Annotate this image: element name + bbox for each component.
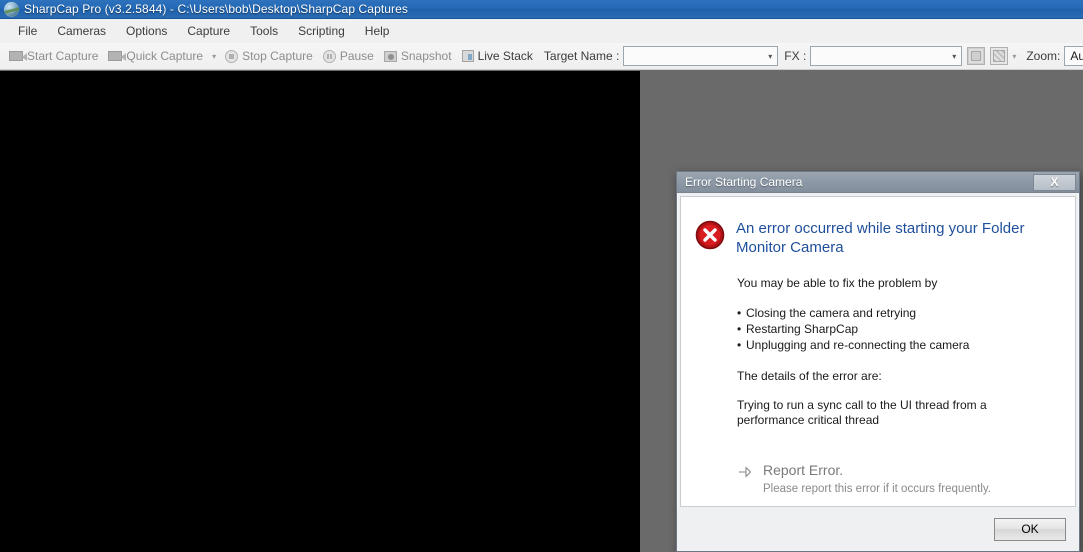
camera-preview-area[interactable] xyxy=(0,71,640,552)
pause-button[interactable]: Pause xyxy=(318,47,379,65)
snapshot-button[interactable]: Snapshot xyxy=(379,47,457,65)
crosshair-overlay-button[interactable] xyxy=(990,47,1009,65)
dialog-heading: An error occurred while starting your Fo… xyxy=(736,220,1025,256)
square-icon xyxy=(971,51,982,61)
chevron-down-icon[interactable]: ▾ xyxy=(764,52,775,61)
camera-icon xyxy=(9,51,27,61)
dialog-heading-row: An error occurred while starting your Fo… xyxy=(695,219,1057,257)
quick-capture-dropdown-icon[interactable]: ▾ xyxy=(208,52,220,61)
window-titlebar: SharpCap Pro (v3.2.5844) - C:\Users\bob\… xyxy=(0,0,1083,19)
menu-item-file[interactable]: File xyxy=(8,21,47,41)
start-capture-button[interactable]: Start Capture xyxy=(4,47,103,65)
quick-capture-button[interactable]: Quick Capture xyxy=(103,47,208,65)
camera-icon xyxy=(108,51,127,61)
stop-capture-label: Stop Capture xyxy=(242,49,313,63)
dialog-body: An error occurred while starting your Fo… xyxy=(680,196,1076,507)
dialog-intro-text: You may be able to fix the problem by xyxy=(737,276,938,290)
zoom-label: Zoom: xyxy=(1026,49,1061,63)
grid-overlay-icon xyxy=(993,50,1006,62)
live-stack-icon xyxy=(461,50,474,62)
pause-icon xyxy=(322,49,336,63)
menu-item-help[interactable]: Help xyxy=(355,21,400,41)
stop-capture-button[interactable]: Stop Capture xyxy=(220,47,318,65)
report-error-label: Report Error. xyxy=(763,462,844,478)
menu-item-tools[interactable]: Tools xyxy=(240,21,288,41)
zoom-select[interactable]: Auto ▾ xyxy=(1064,46,1083,66)
report-error-subtext: Please report this error if it occurs fr… xyxy=(763,483,991,495)
ok-button[interactable]: OK xyxy=(994,517,1066,541)
display-area-button[interactable] xyxy=(967,47,986,65)
menu-item-cameras[interactable]: Cameras xyxy=(47,21,116,41)
close-icon[interactable]: X xyxy=(1033,173,1076,191)
dialog-title: Error Starting Camera xyxy=(685,175,803,189)
stop-icon xyxy=(225,49,239,63)
error-icon xyxy=(695,220,725,250)
live-stack-button[interactable]: Live Stack xyxy=(457,47,538,65)
target-name-label: Target Name : xyxy=(543,49,620,63)
sharpcap-window: SharpCap Pro (v3.2.5844) - C:\Users\bob\… xyxy=(0,0,1083,552)
dialog-details-label: The details of the error are: xyxy=(737,369,882,383)
main-toolbar: Start Capture Quick Capture ▾ Stop Captu… xyxy=(0,43,1083,70)
fix-suggestions-list: Closing the camera and retrying Restarti… xyxy=(737,305,1057,353)
arrow-right-icon xyxy=(739,466,752,478)
zoom-value: Auto xyxy=(1070,49,1083,63)
dialog-details-text: Trying to run a sync call to the UI thre… xyxy=(737,398,987,427)
menu-item-capture[interactable]: Capture xyxy=(177,21,240,41)
list-item: Unplugging and re-connecting the camera xyxy=(737,337,1057,353)
dialog-footer: OK xyxy=(677,507,1079,551)
pause-label: Pause xyxy=(339,49,374,63)
error-dialog: Error Starting Camera X An error occurre… xyxy=(676,171,1080,552)
overlay-dropdown-icon[interactable]: ▾ xyxy=(1008,52,1020,61)
quick-capture-label: Quick Capture xyxy=(126,49,204,63)
live-stack-label: Live Stack xyxy=(477,49,533,63)
planet-icon xyxy=(4,1,19,17)
snapshot-icon xyxy=(383,50,397,62)
report-error-link[interactable]: Report Error. Please report this error i… xyxy=(737,461,1057,497)
fx-label: FX : xyxy=(784,49,807,63)
target-name-input[interactable]: ▾ xyxy=(623,46,779,66)
window-title: SharpCap Pro (v3.2.5844) - C:\Users\bob\… xyxy=(24,2,409,16)
list-item: Restarting SharpCap xyxy=(737,321,1057,337)
dialog-content: You may be able to fix the problem by Cl… xyxy=(695,276,1057,497)
menubar: File Cameras Options Capture Tools Scrip… xyxy=(0,19,1083,43)
chevron-down-icon[interactable]: ▾ xyxy=(948,52,959,61)
menu-item-options[interactable]: Options xyxy=(116,21,177,41)
menu-item-scripting[interactable]: Scripting xyxy=(288,21,355,41)
snapshot-label: Snapshot xyxy=(400,49,452,63)
list-item: Closing the camera and retrying xyxy=(737,305,1057,321)
start-capture-label: Start Capture xyxy=(27,49,99,63)
dialog-titlebar: Error Starting Camera X xyxy=(677,172,1079,193)
fx-select[interactable]: ▾ xyxy=(810,46,963,66)
